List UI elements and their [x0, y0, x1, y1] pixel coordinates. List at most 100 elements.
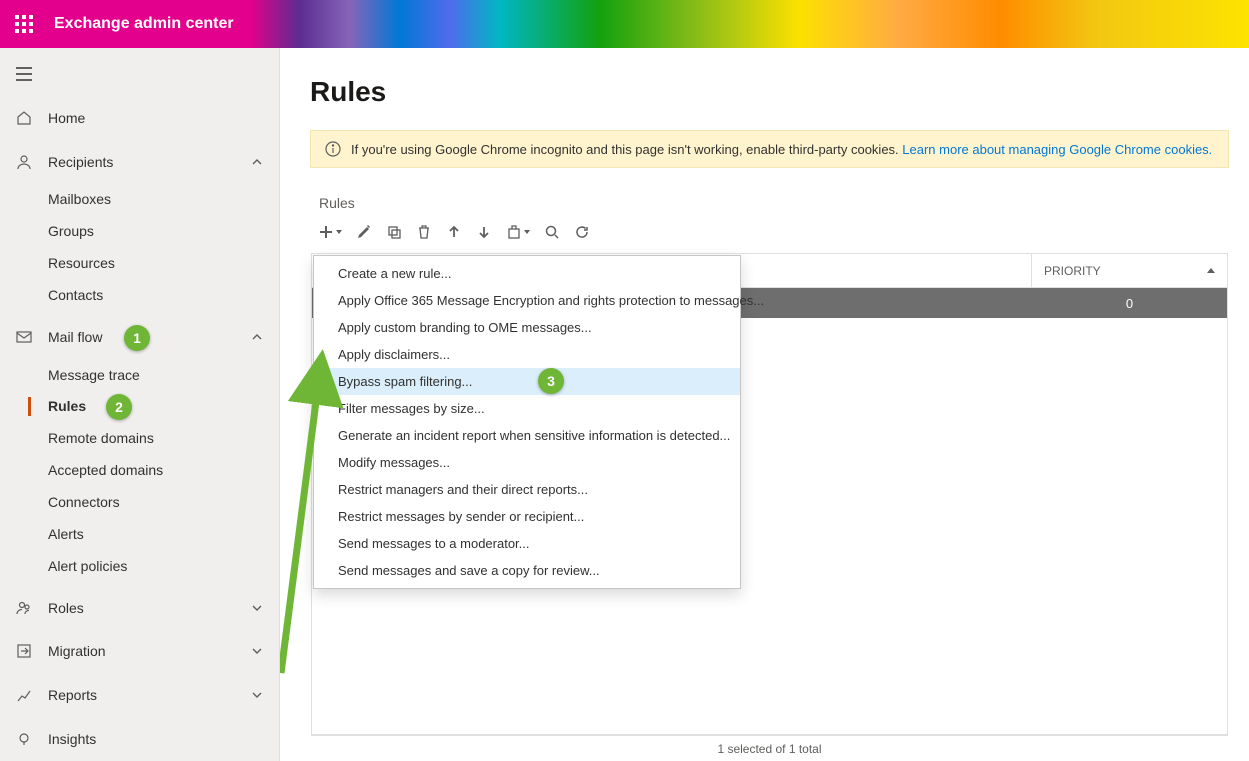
sidebar-item-label: Migration: [48, 643, 249, 659]
info-banner-message: If you're using Google Chrome incognito …: [351, 142, 902, 157]
movedown-button[interactable]: [473, 221, 495, 243]
dropdown-item-label: Bypass spam filtering...: [338, 374, 472, 389]
sidebar-sub-accepteddomains[interactable]: Accepted domains: [0, 454, 279, 486]
person-icon: [14, 152, 34, 172]
sidebar-item-home[interactable]: Home: [0, 96, 279, 140]
app-title: Exchange admin center: [48, 15, 234, 33]
edit-button[interactable]: [353, 221, 375, 243]
sidebar-sub-messagetrace[interactable]: Message trace: [0, 359, 279, 391]
selection-status: 1 selected of 1 total: [311, 735, 1228, 760]
arrow-down-icon: [477, 225, 491, 239]
rules-panel: Rules: [310, 192, 1229, 761]
sidebar-item-recipients[interactable]: Recipients: [0, 140, 279, 184]
info-banner: If you're using Google Chrome incognito …: [310, 130, 1229, 168]
column-header-label: PRIORITY: [1044, 264, 1101, 278]
sidebar-sub-alerts[interactable]: Alerts: [0, 518, 279, 550]
sidebar-item-label: Connectors: [48, 494, 120, 510]
sidebar-item-label: Alerts: [48, 526, 84, 542]
dropdown-item-incident[interactable]: Generate an incident report when sensiti…: [314, 422, 740, 449]
sidebar-item-label: Message trace: [48, 367, 140, 383]
sidebar-item-label: Insights: [48, 731, 265, 747]
export-icon: [507, 225, 521, 239]
chevron-down-icon: [249, 687, 265, 703]
sidebar-item-label: Contacts: [48, 287, 103, 303]
add-rule-dropdown: Create a new rule... Apply Office 365 Me…: [313, 255, 741, 589]
copy-icon: [387, 225, 401, 239]
sidebar-sub-connectors[interactable]: Connectors: [0, 486, 279, 518]
sidebar-sub-contacts[interactable]: Contacts: [0, 279, 279, 311]
sidebar-item-roles[interactable]: Roles: [0, 586, 279, 630]
sidebar-item-label: Reports: [48, 687, 249, 703]
sidebar-sub-alertpolicies[interactable]: Alert policies: [0, 550, 279, 582]
sidebar-sub-remotedomains[interactable]: Remote domains: [0, 422, 279, 454]
plus-icon: [319, 225, 333, 239]
sort-ascending-icon: [1207, 268, 1215, 273]
dropdown-item-create[interactable]: Create a new rule...: [314, 260, 740, 287]
sidebar-sub-mailboxes[interactable]: Mailboxes: [0, 183, 279, 215]
sidebar-sub-resources[interactable]: Resources: [0, 247, 279, 279]
sidebar-item-migration[interactable]: Migration: [0, 629, 279, 673]
add-rule-button[interactable]: [315, 221, 345, 243]
sidebar-item-label: Resources: [48, 255, 115, 271]
sidebar-item-label: Rules: [48, 398, 86, 414]
dropdown-item-restrict-sender[interactable]: Restrict messages by sender or recipient…: [314, 503, 740, 530]
refresh-button[interactable]: [571, 221, 593, 243]
more-options-button[interactable]: [503, 221, 533, 243]
moveup-button[interactable]: [443, 221, 465, 243]
dropdown-item-moderator[interactable]: Send messages to a moderator...: [314, 530, 740, 557]
rule-priority-cell: 0: [1032, 296, 1227, 311]
search-button[interactable]: [541, 221, 563, 243]
sidebar-toggle-button[interactable]: [0, 52, 48, 96]
dropdown-item-encryption[interactable]: Apply Office 365 Message Encryption and …: [314, 287, 740, 314]
column-header-priority[interactable]: PRIORITY: [1032, 254, 1227, 287]
sidebar-item-insights[interactable]: Insights: [0, 717, 279, 761]
trash-icon: [417, 225, 431, 239]
sidebar-item-label: Remote domains: [48, 430, 154, 446]
sidebar-item-label: Groups: [48, 223, 94, 239]
dropdown-item-bypass-spam[interactable]: Bypass spam filtering... 3: [314, 368, 740, 395]
sidebar-item-label: Recipients: [48, 154, 249, 170]
app-launcher-button[interactable]: [0, 0, 48, 48]
delete-button[interactable]: [413, 221, 435, 243]
sidebar-item-reports[interactable]: Reports: [0, 673, 279, 717]
rules-toolbar: [311, 217, 1228, 253]
chevron-up-icon: [249, 154, 265, 170]
annotation-badge-2: 2: [106, 394, 132, 420]
pencil-icon: [357, 225, 371, 239]
main-content: Rules If you're using Google Chrome inco…: [280, 48, 1249, 761]
sidebar-sub-groups[interactable]: Groups: [0, 215, 279, 247]
migration-icon: [14, 641, 34, 661]
sidebar-sub-rules[interactable]: Rules 2: [0, 391, 279, 423]
dropdown-item-save-copy[interactable]: Send messages and save a copy for review…: [314, 557, 740, 584]
info-icon: [325, 141, 341, 157]
sidebar-item-label: Alert policies: [48, 558, 127, 574]
sidebar-item-mailflow[interactable]: Mail flow 1: [0, 315, 279, 359]
search-icon: [545, 225, 559, 239]
arrow-up-icon: [447, 225, 461, 239]
copy-button[interactable]: [383, 221, 405, 243]
dropdown-item-restrict-managers[interactable]: Restrict managers and their direct repor…: [314, 476, 740, 503]
dropdown-item-filter-size[interactable]: Filter messages by size...: [314, 395, 740, 422]
info-banner-text: If you're using Google Chrome incognito …: [351, 142, 1212, 157]
chevron-down-icon: [249, 643, 265, 659]
dropdown-item-branding[interactable]: Apply custom branding to OME messages...: [314, 314, 740, 341]
sidebar-item-label: Mailboxes: [48, 191, 111, 207]
sidebar-item-label: Roles: [48, 600, 249, 616]
mail-icon: [14, 327, 34, 347]
caret-down-icon: [336, 230, 342, 234]
chevron-down-icon: [249, 600, 265, 616]
app-header: Exchange admin center: [0, 0, 1249, 48]
info-banner-link[interactable]: Learn more about managing Google Chrome …: [902, 142, 1212, 157]
page-title: Rules: [310, 76, 1229, 108]
dropdown-item-modify[interactable]: Modify messages...: [314, 449, 740, 476]
sidebar-item-label: Home: [48, 110, 265, 126]
waffle-icon: [15, 15, 33, 33]
dropdown-item-disclaimers[interactable]: Apply disclaimers...: [314, 341, 740, 368]
home-icon: [14, 108, 34, 128]
rules-section-label: Rules: [311, 193, 1228, 217]
insights-icon: [14, 729, 34, 749]
sidebar-item-label: Accepted domains: [48, 462, 163, 478]
annotation-badge-1: 1: [124, 325, 150, 351]
sidebar: Home Recipients Mailboxes Groups Resourc…: [0, 48, 280, 761]
hamburger-icon: [16, 67, 32, 81]
